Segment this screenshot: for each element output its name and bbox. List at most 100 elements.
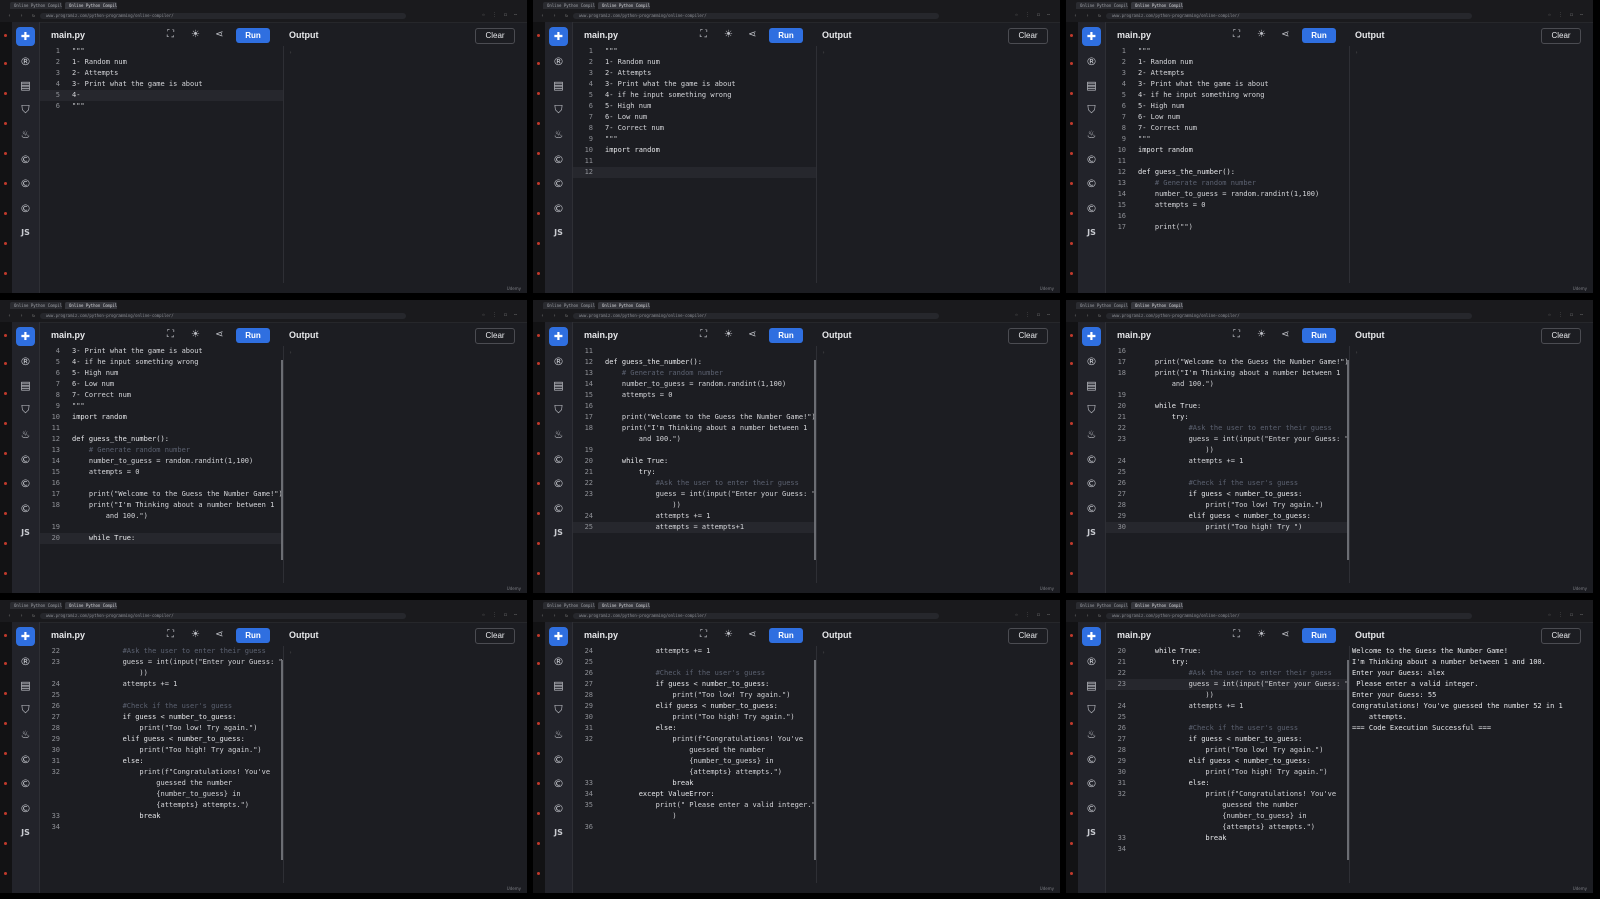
file-name-tab[interactable]: main.py [584, 330, 618, 340]
c-icon[interactable]: © [16, 150, 35, 169]
r-icon[interactable]: ® [1082, 652, 1101, 671]
address-bar[interactable]: www.programiz.com/python-programming/onl… [40, 313, 406, 319]
address-bar[interactable]: www.programiz.com/python-programming/onl… [1106, 613, 1472, 619]
run-button[interactable]: Run [1302, 328, 1336, 343]
nav-buttons[interactable]: ‹ › ↻ [1074, 13, 1104, 19]
fullscreen-icon[interactable]: ⛶ [1233, 329, 1240, 340]
r-icon[interactable]: ® [1082, 52, 1101, 71]
browser-action-icons[interactable]: ☆ ⋮ ◻ ⋯ [1548, 12, 1585, 18]
file-name-tab[interactable]: main.py [1117, 30, 1151, 40]
python-icon[interactable]: ✚ [549, 27, 568, 46]
python-icon[interactable]: ✚ [16, 27, 35, 46]
file-name-tab[interactable]: main.py [584, 630, 618, 640]
browser-tab[interactable]: Online Python Compiler [598, 2, 650, 9]
clear-button[interactable]: Clear [1541, 28, 1581, 44]
c-icon[interactable]: © [1082, 450, 1101, 469]
code-editor[interactable]: 1 """ 2 1- Random num 3 2- Attempts 4 3- Print … [573, 46, 817, 283]
browser-action-icons[interactable]: ☆ ⋮ ◻ ⋯ [1548, 612, 1585, 618]
csharp-icon[interactable]: © [1082, 499, 1101, 518]
csharp-icon[interactable]: © [1082, 799, 1101, 818]
run-button[interactable]: Run [769, 328, 803, 343]
browser-tab[interactable]: Online Python Compiler [543, 602, 595, 609]
sql-icon[interactable]: ▤ [16, 76, 35, 95]
editor-scrollbar[interactable] [1347, 360, 1349, 560]
share-icon[interactable]: ⋖ [748, 629, 756, 640]
theme-icon[interactable]: ☀ [191, 29, 200, 40]
nav-buttons[interactable]: ‹ › ↻ [541, 13, 571, 19]
sql-icon[interactable]: ▤ [1082, 376, 1101, 395]
html-icon[interactable]: ⛉ [549, 401, 568, 420]
share-icon[interactable]: ⋖ [215, 29, 223, 40]
file-name-tab[interactable]: main.py [584, 30, 618, 40]
fullscreen-icon[interactable]: ⛶ [1233, 29, 1240, 40]
address-bar[interactable]: www.programiz.com/python-programming/onl… [573, 313, 939, 319]
r-icon[interactable]: ® [549, 652, 568, 671]
cpp-icon[interactable]: © [549, 474, 568, 493]
editor-scrollbar[interactable] [814, 660, 816, 860]
python-icon[interactable]: ✚ [549, 327, 568, 346]
address-bar[interactable]: www.programiz.com/python-programming/onl… [573, 613, 939, 619]
html-icon[interactable]: ⛉ [549, 101, 568, 120]
cpp-icon[interactable]: © [1082, 174, 1101, 193]
run-button[interactable]: Run [236, 328, 270, 343]
java-icon[interactable]: ♨ [549, 125, 568, 144]
theme-icon[interactable]: ☀ [191, 329, 200, 340]
html-icon[interactable]: ⛉ [16, 401, 35, 420]
nav-buttons[interactable]: ‹ › ↻ [8, 313, 38, 319]
html-icon[interactable]: ⛉ [16, 701, 35, 720]
browser-action-icons[interactable]: ☆ ⋮ ◻ ⋯ [1548, 312, 1585, 318]
cpp-icon[interactable]: © [16, 774, 35, 793]
clear-button[interactable]: Clear [1008, 628, 1048, 644]
c-icon[interactable]: © [16, 450, 35, 469]
share-icon[interactable]: ⋖ [1281, 629, 1289, 640]
share-icon[interactable]: ⋖ [1281, 329, 1289, 340]
sql-icon[interactable]: ▤ [16, 376, 35, 395]
browser-tab[interactable]: Online Python Compiler [65, 602, 117, 609]
r-icon[interactable]: ® [549, 352, 568, 371]
code-editor[interactable]: 24 attempts += 1 25 26 #Check if the user'… [573, 646, 817, 883]
r-icon[interactable]: ® [16, 352, 35, 371]
nav-buttons[interactable]: ‹ › ↻ [541, 613, 571, 619]
browser-tab[interactable]: Online Python Compiler [543, 2, 595, 9]
browser-tab[interactable]: Online Python Compiler [598, 602, 650, 609]
share-icon[interactable]: ⋖ [215, 329, 223, 340]
r-icon[interactable]: ® [1082, 352, 1101, 371]
csharp-icon[interactable]: © [16, 799, 35, 818]
browser-tab[interactable]: Online Python Compiler [10, 302, 62, 309]
js-icon[interactable]: JS [549, 823, 568, 842]
nav-buttons[interactable]: ‹ › ↻ [1074, 313, 1104, 319]
fullscreen-icon[interactable]: ⛶ [1233, 629, 1240, 640]
file-name-tab[interactable]: main.py [51, 630, 85, 640]
js-icon[interactable]: JS [549, 523, 568, 542]
c-icon[interactable]: © [549, 750, 568, 769]
clear-button[interactable]: Clear [1541, 328, 1581, 344]
java-icon[interactable]: ♨ [16, 425, 35, 444]
file-name-tab[interactable]: main.py [1117, 330, 1151, 340]
theme-icon[interactable]: ☀ [191, 629, 200, 640]
java-icon[interactable]: ♨ [16, 125, 35, 144]
file-name-tab[interactable]: main.py [51, 330, 85, 340]
browser-tab[interactable]: Online Python Compiler [10, 602, 62, 609]
code-editor[interactable]: 20 while True: 21 try: 22 #Ask the user to… [1106, 646, 1350, 883]
run-button[interactable]: Run [236, 28, 270, 43]
share-icon[interactable]: ⋖ [1281, 29, 1289, 40]
java-icon[interactable]: ♨ [1082, 125, 1101, 144]
address-bar[interactable]: www.programiz.com/python-programming/onl… [40, 613, 406, 619]
fullscreen-icon[interactable]: ⛶ [700, 329, 707, 340]
browser-action-icons[interactable]: ☆ ⋮ ◻ ⋯ [1015, 312, 1052, 318]
csharp-icon[interactable]: © [1082, 199, 1101, 218]
browser-tab[interactable]: Online Python Compiler [1076, 302, 1128, 309]
browser-tab[interactable]: Online Python Compiler [1131, 2, 1183, 9]
cpp-icon[interactable]: © [16, 474, 35, 493]
html-icon[interactable]: ⛉ [16, 101, 35, 120]
csharp-icon[interactable]: © [549, 799, 568, 818]
nav-buttons[interactable]: ‹ › ↻ [541, 313, 571, 319]
js-icon[interactable]: JS [1082, 523, 1101, 542]
code-editor[interactable]: 11 12 def guess_the_number(): 13 # Generate… [573, 346, 817, 583]
file-name-tab[interactable]: main.py [1117, 630, 1151, 640]
editor-scrollbar[interactable] [281, 360, 283, 560]
python-icon[interactable]: ✚ [549, 627, 568, 646]
java-icon[interactable]: ♨ [549, 725, 568, 744]
share-icon[interactable]: ⋖ [748, 329, 756, 340]
browser-tab[interactable]: Online Python Compiler [543, 302, 595, 309]
